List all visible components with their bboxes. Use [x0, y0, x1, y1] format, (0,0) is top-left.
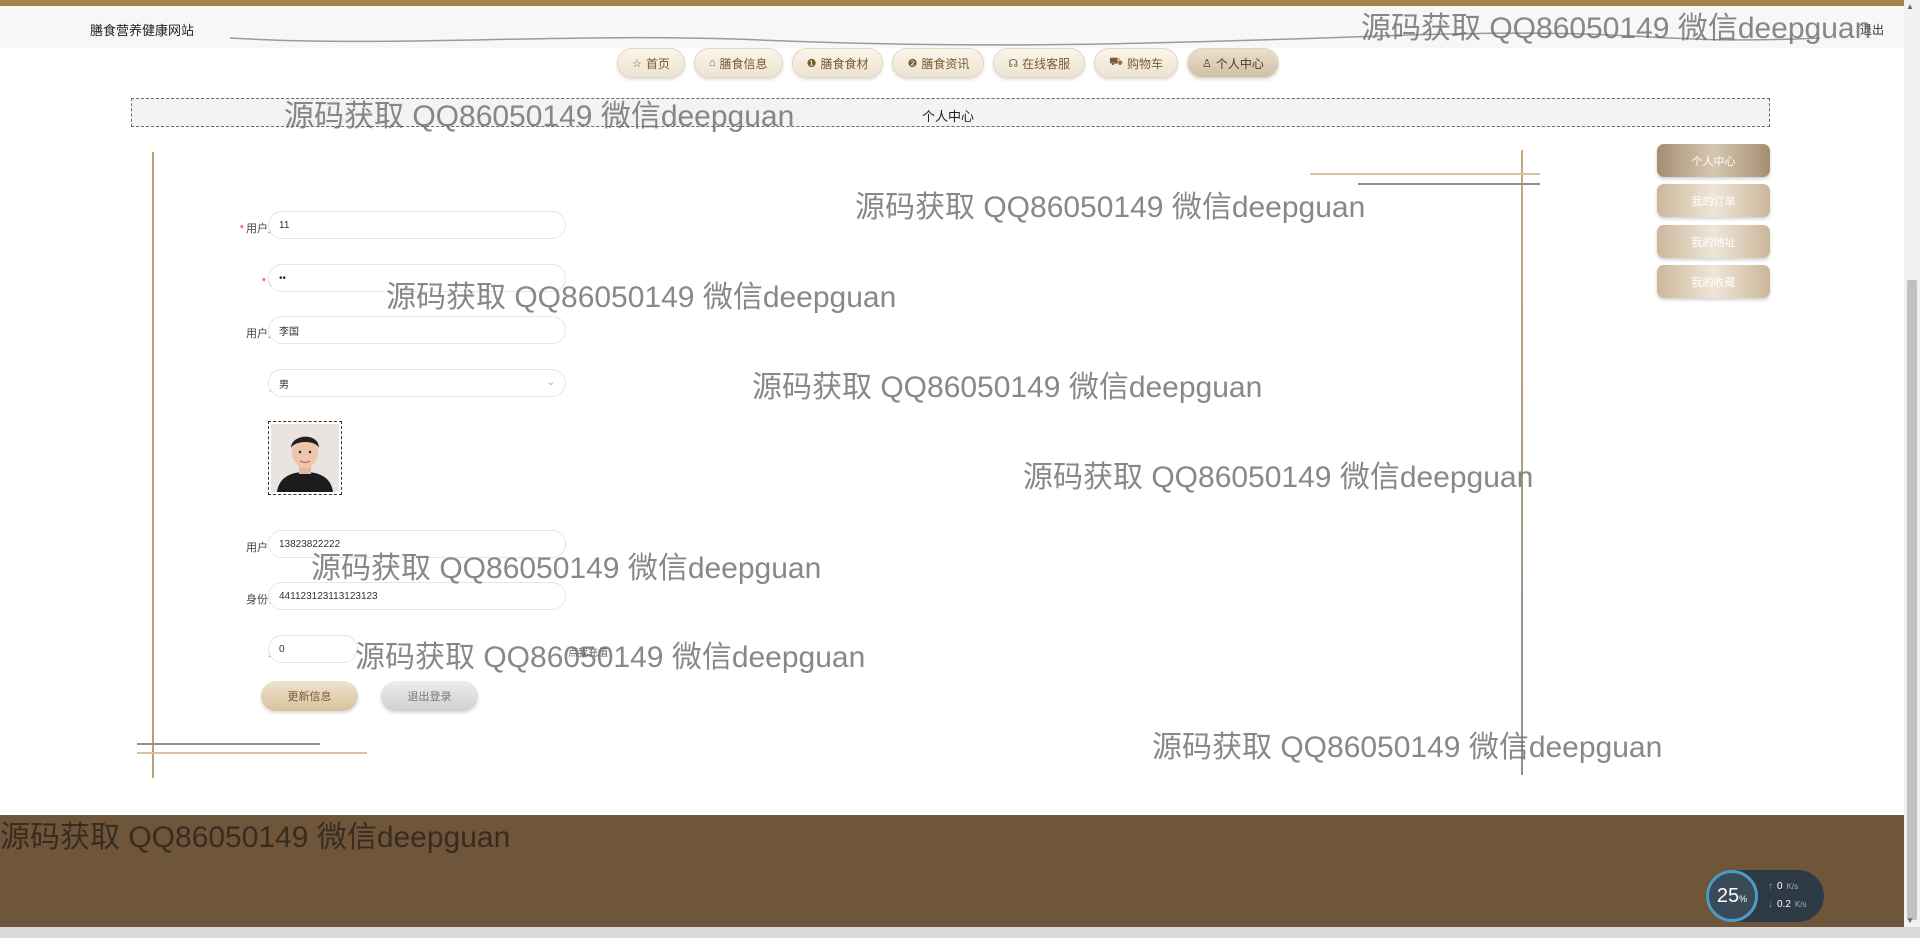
- side-menu-profile[interactable]: 个人中心: [1657, 144, 1770, 177]
- watermark-text: 源码获取 QQ86050149 微信deepguan: [355, 641, 866, 674]
- watermark-text: 源码获取 QQ86050149 微信deepguan: [1023, 461, 1534, 494]
- watermark-text: 源码获取 QQ86050149 微信deepguan: [0, 821, 511, 854]
- nav-ingredients-label: 膳食食材: [820, 56, 869, 71]
- account-input[interactable]: 11: [268, 211, 566, 239]
- nav-meal-info-label: 膳食信息: [719, 56, 768, 71]
- nav-meal-info[interactable]: ⌂ 膳食信息: [693, 48, 783, 78]
- scroll-up-icon[interactable]: ▲: [1906, 2, 1914, 11]
- side-menu-orders[interactable]: 我的订单: [1657, 184, 1770, 217]
- cart-icon: ⛟: [1109, 56, 1123, 68]
- side-menu-favorites[interactable]: 我的收藏: [1657, 265, 1770, 298]
- headset-icon: ☊: [1008, 57, 1019, 70]
- avatar-upload[interactable]: [268, 421, 342, 495]
- watermark-text: 源码获取 QQ86050149 微信deepguan: [284, 100, 795, 133]
- frame-bottom-grey-line: [137, 743, 320, 745]
- upload-speed: ↑ 0 K/s: [1768, 881, 1799, 892]
- breadcrumb-label: 个人中心: [922, 109, 975, 124]
- nav-cart[interactable]: ⛟ 购物车: [1094, 48, 1178, 78]
- frame-left-line: [152, 152, 154, 778]
- nav-home-label: 首页: [645, 56, 670, 71]
- network-speed-widget[interactable]: 25% ↑ 0 K/s ↓ 0.2 K/s: [1706, 870, 1824, 922]
- frame-bottom-gold-line: [137, 752, 367, 754]
- nav-support[interactable]: ☊ 在线客服: [993, 48, 1086, 78]
- scrollbar-thumb[interactable]: [1907, 280, 1917, 920]
- cpu-gauge: 25%: [1706, 870, 1758, 922]
- avatar-image: [271, 424, 339, 492]
- side-menu-addresses[interactable]: 我的地址: [1657, 225, 1770, 258]
- upload-arrow-icon: ↑: [1768, 881, 1773, 892]
- watermark-text: 源码获取 QQ86050149 微信deepguan: [386, 281, 897, 314]
- bag-icon: ⌂: [708, 57, 716, 69]
- chevron-down-icon: ⌄: [546, 377, 555, 388]
- bottom-edge: [0, 927, 1920, 938]
- watermark-text: 源码获取 QQ86050149 微信deepguan: [855, 191, 1366, 224]
- nav-news-label: 膳食资讯: [921, 56, 970, 71]
- watermark-text: 源码获取 QQ86050149 微信deepguan: [1152, 731, 1663, 764]
- balance-input[interactable]: 0: [268, 635, 358, 663]
- site-title: 膳食营养健康网站: [90, 23, 195, 38]
- nav-home[interactable]: ☆ 首页: [617, 48, 685, 78]
- watermark-text: 源码获取 QQ86050149 微信deepguan: [752, 371, 1263, 404]
- nav-ingredients[interactable]: ❶ 膳食食材: [791, 48, 884, 78]
- frame-top-gold-line: [1310, 173, 1540, 175]
- question-icon: ❷: [907, 57, 918, 70]
- nav-profile[interactable]: ♙ 个人中心: [1187, 48, 1279, 78]
- watermark-text: 源码获取 QQ86050149 微信deepguan: [1361, 12, 1872, 45]
- name-input[interactable]: 李国: [268, 316, 566, 344]
- frame-top-grey-line: [1358, 183, 1540, 185]
- download-speed: ↓ 0.2 K/s: [1768, 899, 1807, 910]
- main-nav: ☆ 首页 ⌂ 膳食信息 ❶ 膳食食材 ❷ 膳食资讯 ☊ 在线客服 ⛟ 购物车 ♙ 个人中心: [617, 48, 1279, 80]
- logout-button[interactable]: 退出登录: [381, 681, 478, 711]
- scroll-down-icon[interactable]: ▼: [1906, 916, 1914, 925]
- nav-profile-label: 个人中心: [1215, 56, 1264, 71]
- watermark-text: 源码获取 QQ86050149 微信deepguan: [311, 552, 822, 585]
- nav-cart-label: 购物车: [1126, 56, 1163, 71]
- gender-select[interactable]: 男 ⌄: [268, 369, 566, 397]
- download-arrow-icon: ↓: [1768, 899, 1773, 910]
- update-info-button[interactable]: 更新信息: [261, 681, 358, 711]
- nav-support-label: 在线客服: [1022, 56, 1071, 71]
- info-icon: ❶: [806, 57, 817, 70]
- user-icon: ♙: [1202, 57, 1212, 70]
- nav-news[interactable]: ❷ 膳食资讯: [892, 48, 985, 78]
- star-icon: ☆: [632, 57, 642, 70]
